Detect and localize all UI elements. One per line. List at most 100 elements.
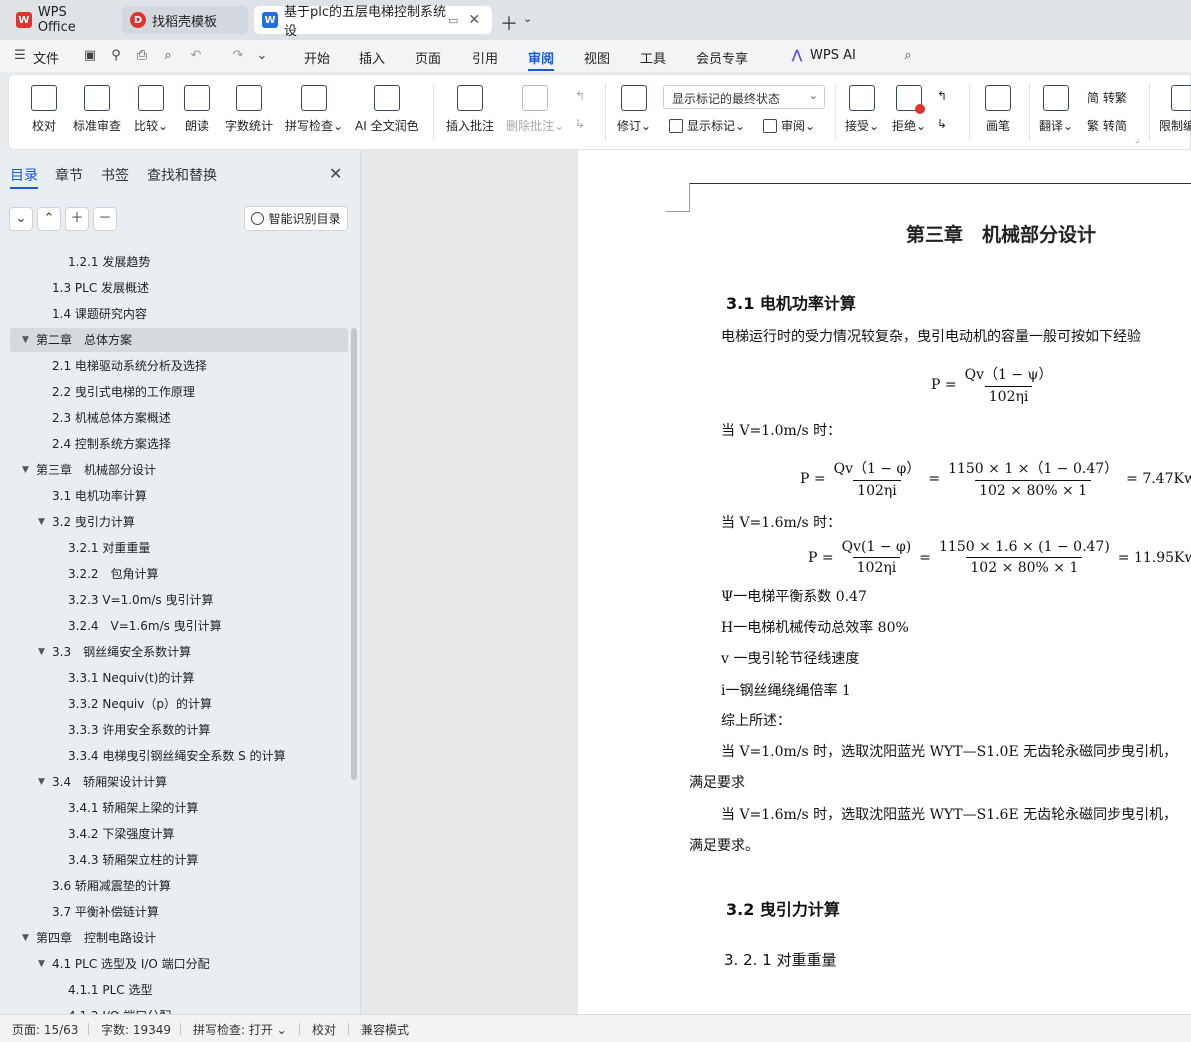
toc-item[interactable]: 2.2 曳引式电梯的工作原理 (0, 381, 348, 403)
compare-button[interactable]: 比较⌄ (134, 85, 168, 134)
toc-item[interactable]: ▼ 3.3 钢丝绳安全系数计算 (0, 641, 348, 663)
next-comment-icon[interactable]: ↳ (575, 117, 585, 131)
spell-check-indicator[interactable]: 拼写检查: 打开 ⌄ (193, 1021, 287, 1038)
collapse-up-button[interactable]: ⌃ (37, 207, 61, 231)
spell-check-button[interactable]: 拼写检查⌄ (285, 85, 343, 134)
toc-item[interactable]: ▼ 第四章 控制电路设计 (0, 927, 348, 949)
search-icon[interactable]: ⌕ (900, 48, 916, 64)
toc-item[interactable]: ▼ 4.1 PLC 选型及 I/O 端口分配 (0, 953, 348, 975)
toc-item[interactable]: 2.1 电梯驱动系统分析及选择 (0, 355, 348, 377)
ai-polish-button[interactable]: AI 全文润色 (355, 85, 419, 134)
toc-item[interactable]: 3.3.4 电梯曳引钢丝绳安全系数 S 的计算 (0, 745, 348, 767)
toc-item[interactable]: 3.1 电机功率计算 (0, 485, 348, 507)
save-icon[interactable]: ▣ (82, 48, 98, 64)
toc-item[interactable]: 3.2.4 V=1.6m/s 曳引计算 (0, 615, 348, 637)
accept-button[interactable]: 接受⌄ (845, 85, 879, 134)
menu-insert[interactable]: 插入 (359, 48, 385, 67)
insert-comment-button[interactable]: 插入批注 (446, 85, 494, 134)
prev-change-icon[interactable]: ↰ (937, 89, 947, 103)
pen-button[interactable]: 画笔 (985, 85, 1011, 134)
next-change-icon[interactable]: ↳ (937, 117, 947, 131)
expand-arrow-icon[interactable]: ▼ (38, 771, 45, 793)
scrollbar[interactable] (351, 328, 357, 780)
expand-arrow-icon[interactable]: ▼ (22, 459, 29, 481)
proof-indicator[interactable]: 校对 (312, 1021, 336, 1038)
toc-item[interactable]: 3.2.1 对重重量 (0, 537, 348, 559)
toc-item[interactable]: 1.3 PLC 发展概述 (0, 277, 348, 299)
toc-item[interactable]: 3.4.2 下梁强度计算 (0, 823, 348, 845)
nav-tab-find-replace[interactable]: 查找和替换 (147, 165, 217, 185)
menu-start[interactable]: 开始 (304, 48, 330, 67)
undo-icon[interactable]: ↶ (188, 48, 204, 64)
expand-arrow-icon[interactable]: ▼ (38, 511, 45, 533)
word-count-indicator[interactable]: 字数: 19349 (101, 1021, 171, 1038)
toc-item[interactable]: 1.2.1 发展趋势 (0, 251, 348, 273)
to-simplified-button[interactable]: 繁 转简 (1087, 117, 1127, 134)
toc-item[interactable]: 3.7 平衡补偿链计算 (0, 901, 348, 923)
tab-docer[interactable]: D 找稻壳模板 (122, 6, 248, 34)
nav-tab-bookmarks[interactable]: 书签 (101, 165, 129, 185)
toc-item[interactable]: ▼ 3.4 轿厢架设计计算 (0, 771, 348, 793)
hamburger-menu-icon[interactable]: ☰ (12, 48, 28, 64)
menu-member[interactable]: 会员专享 (696, 48, 748, 67)
toc-item[interactable]: 3.3.1 Nequiv(t)的计算 (0, 667, 348, 689)
toc-item[interactable]: 3.3.2 Nequiv（p）的计算 (0, 693, 348, 715)
menu-reference[interactable]: 引用 (472, 48, 498, 67)
read-aloud-button[interactable]: 朗读 (184, 85, 210, 134)
toc-item[interactable]: 3.6 轿厢减震垫的计算 (0, 875, 348, 897)
translate-button[interactable]: 翻译⌄ (1039, 85, 1073, 134)
share-icon[interactable]: ⚲ (108, 48, 124, 64)
toc-item[interactable]: 3.3.3 许用安全系数的计算 (0, 719, 348, 741)
markup-mode-select[interactable]: 显示标记的最终状态 ⌄ (663, 85, 825, 109)
toc-item[interactable]: 4.1.1 PLC 选型 (0, 979, 348, 1001)
collapse-down-button[interactable]: ⌄ (9, 207, 33, 231)
track-changes-button[interactable]: 修订⌄ (617, 85, 651, 134)
proofread-button[interactable]: 校对 (31, 85, 57, 134)
review-pane-button[interactable]: 审阅 ⌄ (763, 117, 815, 134)
menu-review[interactable]: 审阅 (528, 48, 554, 67)
standard-review-button[interactable]: 标准审查 (73, 85, 121, 134)
delete-comment-button[interactable]: 删除批注⌄ (506, 85, 564, 134)
restrict-edit-button[interactable]: 限制编 (1159, 85, 1191, 134)
tab-wps-office[interactable]: W WPS Office (8, 5, 116, 35)
expand-group-icon[interactable]: ⌟ (1135, 135, 1139, 145)
toc-item[interactable]: 3.4.3 轿厢架立柱的计算 (0, 849, 348, 871)
expand-arrow-icon[interactable]: ▼ (38, 641, 45, 663)
document-page[interactable]: 第三章 机械部分设计 3.1 电机功率计算 电梯运行时的受力情况较复杂，曳引电动… (578, 150, 1191, 1014)
print-preview-icon[interactable]: ⌕ (160, 48, 176, 64)
word-count-button[interactable]: 字数统计 (225, 85, 273, 134)
toc-item[interactable]: 1.4 课题研究内容 (0, 303, 348, 325)
nav-tab-chapters[interactable]: 章节 (55, 165, 83, 185)
toc-item[interactable]: ▼ 第三章 机械部分设计 (0, 459, 348, 481)
redo-icon[interactable]: ↷ (230, 48, 246, 64)
menu-view[interactable]: 视图 (584, 48, 610, 67)
toc-item[interactable]: 3.2.3 V=1.0m/s 曳引计算 (0, 589, 348, 611)
nav-tab-toc[interactable]: 目录 (10, 165, 38, 185)
toc-item[interactable]: 2.4 控制系统方案选择 (0, 433, 348, 455)
expand-arrow-icon[interactable]: ▼ (38, 953, 45, 975)
collapse-all-button[interactable]: － (93, 207, 117, 231)
expand-arrow-icon[interactable]: ▼ (22, 329, 29, 351)
smart-toc-button[interactable]: 智能识别目录 (244, 206, 348, 231)
print-icon[interactable]: ⎙ (134, 48, 150, 64)
toc-item[interactable]: 3.4.1 轿厢架上梁的计算 (0, 797, 348, 819)
prev-comment-icon[interactable]: ↰ (575, 89, 585, 103)
show-markup-button[interactable]: 显示标记 ⌄ (669, 117, 745, 134)
menu-file[interactable]: 文件 (33, 48, 59, 67)
menu-tools[interactable]: 工具 (640, 48, 666, 67)
new-tab-icon[interactable]: ＋ (500, 10, 518, 36)
toc-item[interactable]: ▼ 第二章 总体方案 (0, 329, 348, 351)
close-icon[interactable]: ✕ (468, 12, 480, 28)
reject-button[interactable]: 拒绝⌄ (892, 85, 926, 134)
menu-page[interactable]: 页面 (415, 48, 441, 67)
expand-all-button[interactable]: ＋ (65, 207, 89, 231)
toc-item[interactable]: 3.2.2 包角计算 (0, 563, 348, 585)
chevron-down-icon[interactable]: ⌄ (523, 12, 532, 25)
tab-document[interactable]: W 基于plc的五层电梯控制系统设 ▭ ✕ (254, 5, 492, 39)
page-indicator[interactable]: 页面: 15/63 (12, 1021, 78, 1038)
expand-arrow-icon[interactable]: ▼ (22, 927, 29, 949)
toc-item[interactable]: ▼ 3.2 曳引力计算 (0, 511, 348, 533)
screen-icon[interactable]: ▭ (448, 14, 458, 27)
toc-item[interactable]: 2.3 机械总体方案概述 (0, 407, 348, 429)
to-traditional-button[interactable]: 简 转繁 (1087, 89, 1127, 106)
